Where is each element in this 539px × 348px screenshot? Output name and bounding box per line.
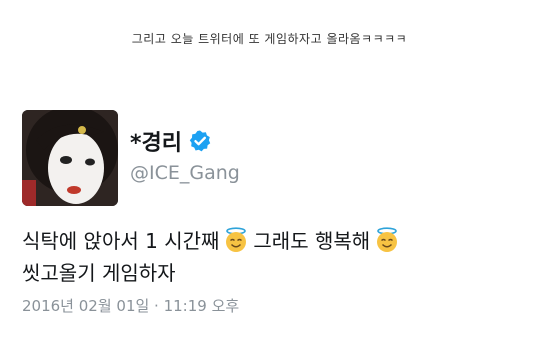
- tweet-text-line2: 씻고올기 게임하자: [22, 261, 176, 285]
- avatar[interactable]: [22, 110, 118, 206]
- tweet-text: 식탁에 앉아서 1 시간째 그래도 행복해 씻고올기 게임하자: [22, 225, 522, 289]
- avatar-image: [22, 110, 118, 206]
- display-name[interactable]: *경리: [130, 125, 182, 157]
- author-info: *경리 @ICE_Gang: [130, 126, 240, 184]
- tweet-text-part2: 그래도 행복해: [253, 229, 371, 253]
- verified-badge-icon: [188, 129, 212, 153]
- caption: 그리고 오늘 트위터에 또 게임하자고 올라옴ㅋㅋㅋㅋ: [131, 32, 408, 46]
- handle[interactable]: @ICE_Gang: [130, 162, 240, 184]
- timestamp[interactable]: 2016년 02월 01일 · 11:19 오후: [22, 295, 239, 316]
- smiling-face-with-halo-icon: [223, 227, 249, 253]
- tweet-text-part1: 식탁에 앉아서 1 시간째: [22, 229, 220, 253]
- smiling-face-with-halo-icon: [374, 227, 400, 253]
